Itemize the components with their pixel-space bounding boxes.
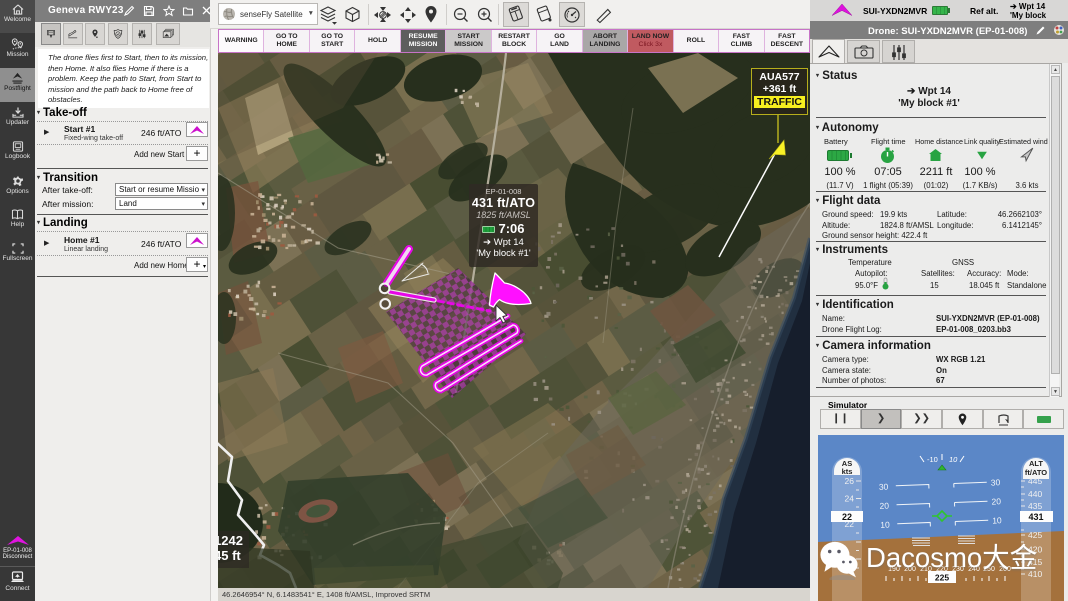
svg-text:425: 425 [1028,530,1042,540]
svg-text:10: 10 [949,455,958,464]
svg-text:440: 440 [1028,489,1042,499]
svg-text:20: 20 [991,496,1001,506]
svg-text:445: 445 [1028,476,1042,486]
svg-text:410: 410 [1028,569,1042,579]
svg-text:200: 200 [904,566,916,573]
svg-text:ALT: ALT [1029,459,1043,468]
svg-text:kts: kts [842,467,853,476]
svg-text:225: 225 [935,573,949,583]
svg-text:415: 415 [1028,557,1042,567]
svg-text:26: 26 [845,476,855,486]
svg-text:260: 260 [999,566,1011,573]
svg-text:435: 435 [1028,501,1042,511]
svg-text:-10: -10 [927,455,938,464]
svg-text:10: 10 [992,515,1002,525]
svg-text:30: 30 [991,477,1001,487]
svg-text:431: 431 [1028,512,1043,522]
svg-text:250: 250 [983,566,995,573]
svg-text:30: 30 [879,482,889,492]
svg-text:24: 24 [845,494,855,504]
svg-text:20: 20 [879,501,889,511]
svg-text:10: 10 [880,520,890,530]
svg-text:22: 22 [842,512,852,522]
svg-text:190: 190 [888,566,900,573]
svg-text:420: 420 [1028,545,1042,555]
svg-text:240: 240 [968,566,980,573]
